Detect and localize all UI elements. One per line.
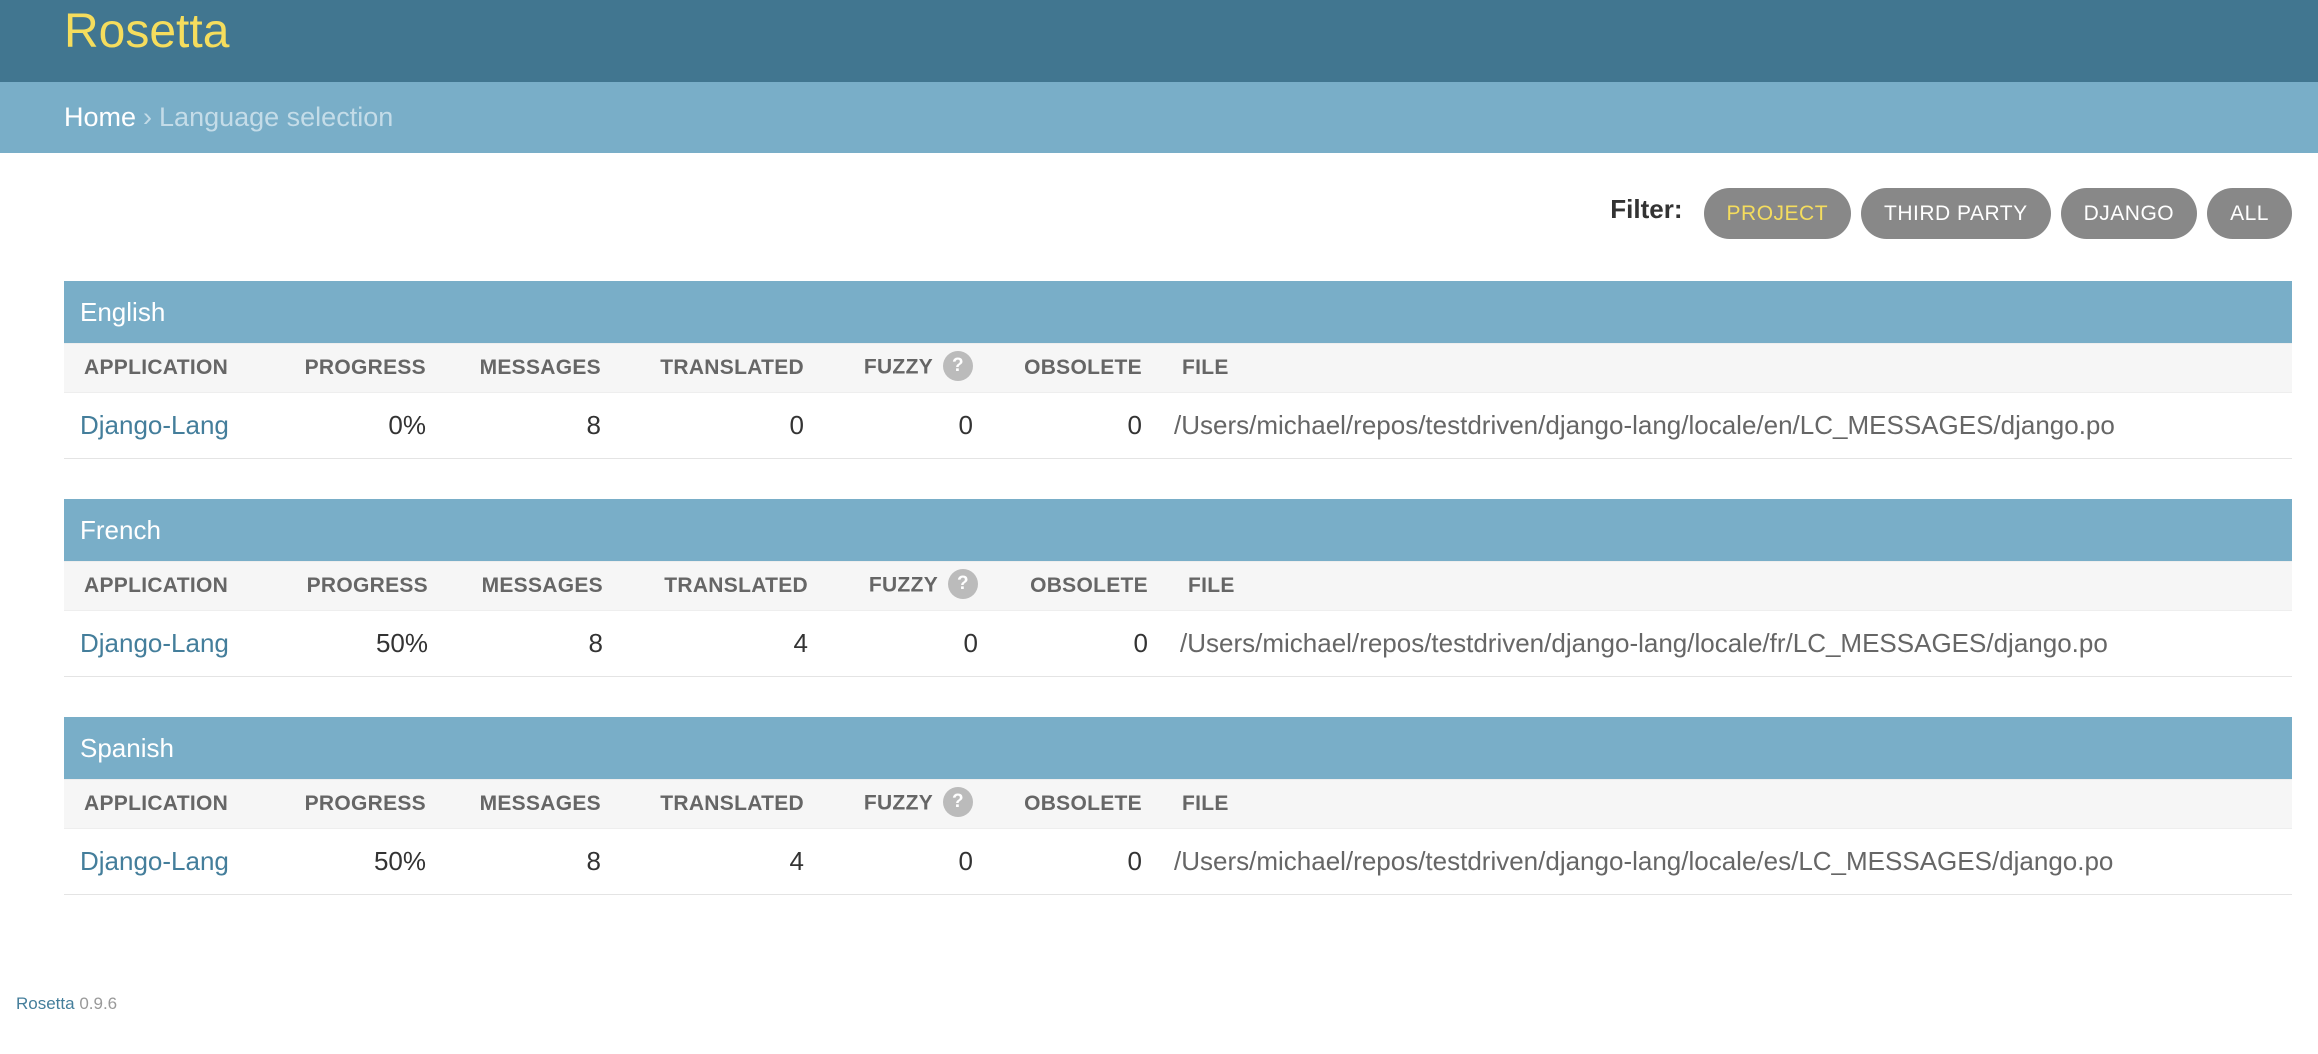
header-file: FILE <box>1142 779 2292 829</box>
breadcrumb: Home › Language selection <box>0 82 2318 153</box>
cell-obsolete: 0 <box>978 610 1148 677</box>
header-translated: TRANSLATED <box>601 779 804 829</box>
cell-file: /Users/michael/repos/testdriven/django-l… <box>1142 828 2292 895</box>
footer-version: 0.9.6 <box>79 994 118 1013</box>
header-fuzzy-label: FUZZY <box>863 355 933 379</box>
breadcrumb-separator: › <box>143 102 153 132</box>
filter-third-party-button[interactable]: THIRD PARTY <box>1861 188 2051 239</box>
cell-application: Django-Lang <box>64 392 280 459</box>
help-icon[interactable]: ? <box>948 569 978 599</box>
language-caption: French <box>64 499 2292 561</box>
cell-file: /Users/michael/repos/testdriven/django-l… <box>1148 610 2292 677</box>
language-table: APPLICATION PROGRESS MESSAGES TRANSLATED… <box>64 779 2292 895</box>
table-row: Django-Lang 50% 8 4 0 0 /Users/michael/r… <box>64 610 2292 677</box>
header-obsolete: OBSOLETE <box>973 779 1142 829</box>
footer-rosetta-link[interactable]: Rosetta <box>16 994 75 1013</box>
header-messages: MESSAGES <box>426 343 601 393</box>
cell-translated: 4 <box>603 610 808 677</box>
help-icon[interactable]: ? <box>943 351 973 381</box>
header-progress: PROGRESS <box>280 343 426 393</box>
header-file: FILE <box>1148 561 2292 611</box>
language-table: APPLICATION PROGRESS MESSAGES TRANSLATED… <box>64 561 2292 677</box>
table-header-row: APPLICATION PROGRESS MESSAGES TRANSLATED… <box>64 779 2292 829</box>
header-progress: PROGRESS <box>280 779 426 829</box>
cell-obsolete: 0 <box>973 392 1142 459</box>
header-fuzzy: FUZZY? <box>804 779 973 829</box>
language-module-english: English APPLICATION PROGRESS MESSAGES TR… <box>64 281 2292 459</box>
breadcrumb-home-link[interactable]: Home <box>64 102 136 133</box>
header-fuzzy-label: FUZZY <box>868 573 938 597</box>
table-row: Django-Lang 0% 8 0 0 0 /Users/michael/re… <box>64 392 2292 459</box>
header-messages: MESSAGES <box>426 779 601 829</box>
page-footer: Rosetta 0.9.6 <box>16 994 117 1014</box>
header-application: APPLICATION <box>64 561 280 611</box>
header-messages: MESSAGES <box>428 561 603 611</box>
application-link[interactable]: Django-Lang <box>80 628 229 658</box>
language-caption: English <box>64 281 2292 343</box>
cell-fuzzy: 0 <box>804 392 973 459</box>
cell-messages: 8 <box>428 610 603 677</box>
cell-translated: 0 <box>601 392 804 459</box>
table-row: Django-Lang 50% 8 4 0 0 /Users/michael/r… <box>64 828 2292 895</box>
breadcrumb-current: Language selection <box>159 102 394 132</box>
cell-application: Django-Lang <box>64 610 280 677</box>
language-table: APPLICATION PROGRESS MESSAGES TRANSLATED… <box>64 343 2292 459</box>
site-header: Rosetta <box>0 0 2318 82</box>
filter-bar: Filter: PROJECT THIRD PARTY DJANGO ALL <box>1610 188 2292 239</box>
language-module-french: French APPLICATION PROGRESS MESSAGES TRA… <box>64 499 2292 677</box>
filter-all-button[interactable]: ALL <box>2207 188 2292 239</box>
header-progress: PROGRESS <box>280 561 428 611</box>
cell-fuzzy: 0 <box>804 828 973 895</box>
application-link[interactable]: Django-Lang <box>80 846 229 876</box>
table-header-row: APPLICATION PROGRESS MESSAGES TRANSLATED… <box>64 561 2292 611</box>
header-file: FILE <box>1142 343 2292 393</box>
filter-project-button[interactable]: PROJECT <box>1703 188 1852 239</box>
table-header-row: APPLICATION PROGRESS MESSAGES TRANSLATED… <box>64 343 2292 393</box>
cell-obsolete: 0 <box>973 828 1142 895</box>
header-obsolete: OBSOLETE <box>973 343 1142 393</box>
help-icon[interactable]: ? <box>943 787 973 817</box>
header-application: APPLICATION <box>64 343 280 393</box>
header-fuzzy-label: FUZZY <box>863 791 933 815</box>
cell-translated: 4 <box>601 828 804 895</box>
header-fuzzy: FUZZY? <box>804 343 973 393</box>
language-caption: Spanish <box>64 717 2292 779</box>
site-brand-link[interactable]: Rosetta <box>64 4 229 60</box>
cell-application: Django-Lang <box>64 828 280 895</box>
cell-messages: 8 <box>426 828 601 895</box>
cell-fuzzy: 0 <box>808 610 978 677</box>
language-module-spanish: Spanish APPLICATION PROGRESS MESSAGES TR… <box>64 717 2292 895</box>
filter-label: Filter: <box>1610 194 1683 224</box>
cell-file: /Users/michael/repos/testdriven/django-l… <box>1142 392 2292 459</box>
header-application: APPLICATION <box>64 779 280 829</box>
application-link[interactable]: Django-Lang <box>80 410 229 440</box>
header-obsolete: OBSOLETE <box>978 561 1148 611</box>
filter-django-button[interactable]: DJANGO <box>2060 188 2198 239</box>
cell-progress: 50% <box>280 828 426 895</box>
cell-progress: 0% <box>280 392 426 459</box>
header-fuzzy: FUZZY? <box>808 561 978 611</box>
cell-messages: 8 <box>426 392 601 459</box>
cell-progress: 50% <box>280 610 428 677</box>
header-translated: TRANSLATED <box>603 561 808 611</box>
header-translated: TRANSLATED <box>601 343 804 393</box>
